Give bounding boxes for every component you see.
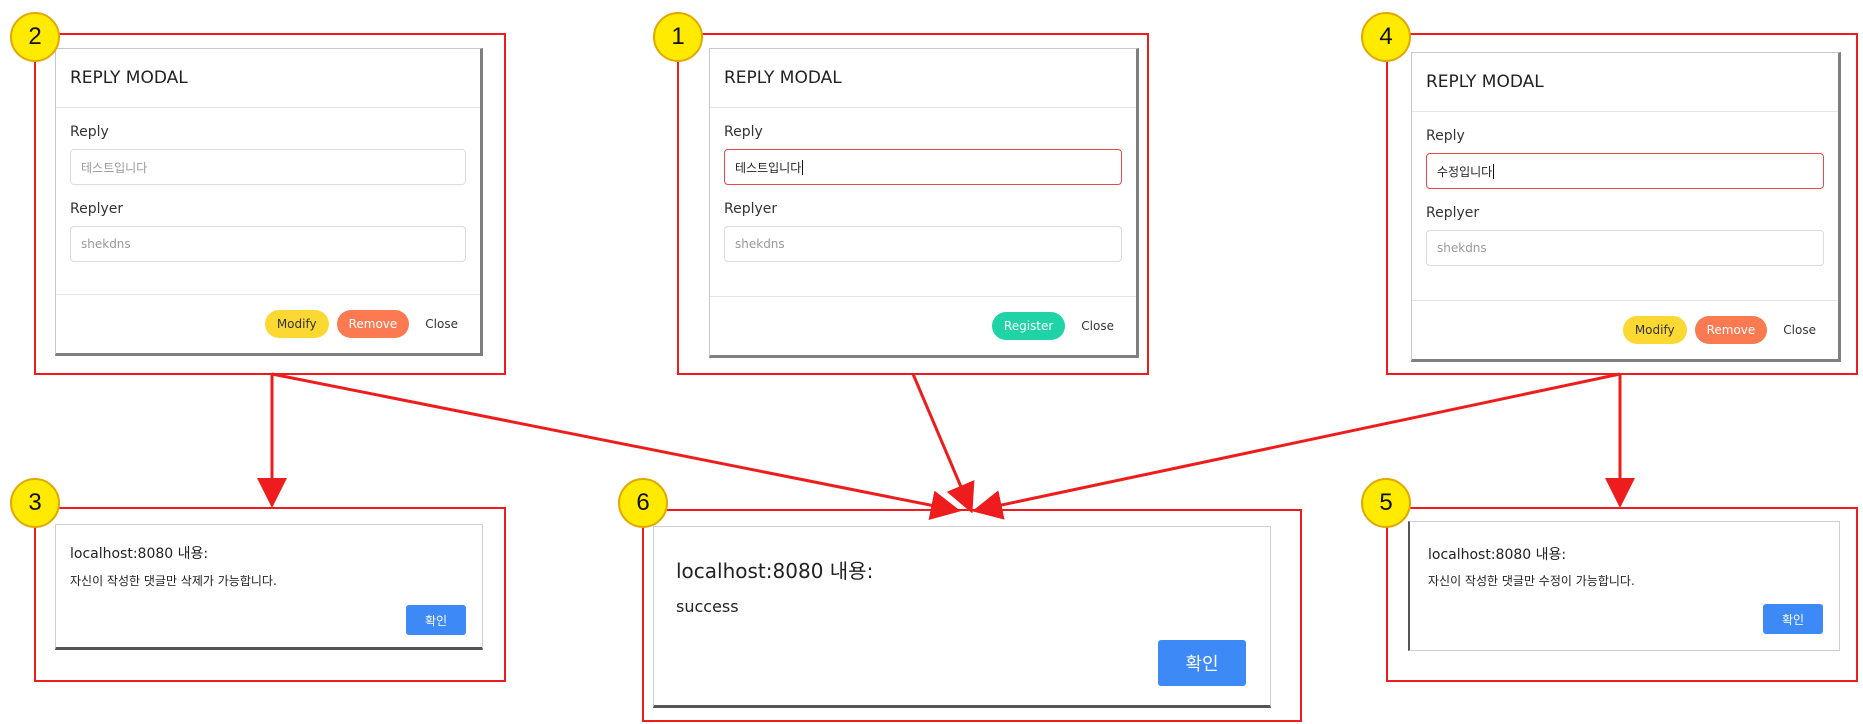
close-button[interactable]: Close xyxy=(1073,312,1122,340)
reply-input-value: 수정입니다 xyxy=(1437,164,1493,179)
register-button[interactable]: Register xyxy=(991,312,1066,340)
alert-title: localhost:8080 내용: xyxy=(70,546,209,562)
replyer-input[interactable]: shekdns xyxy=(70,226,466,262)
replyer-input[interactable]: shekdns xyxy=(724,226,1122,262)
close-button[interactable]: Close xyxy=(1775,316,1824,344)
replyer-input[interactable]: shekdns xyxy=(1426,230,1824,266)
browser-alert-step-5: localhost:8080 내용: 자신이 작성한 댓글만 수정이 가능합니다… xyxy=(1408,521,1840,651)
alert-message: success xyxy=(676,597,739,616)
arrow-2-to-6 xyxy=(271,372,961,521)
modify-button[interactable]: Modify xyxy=(264,310,329,338)
replyer-label: Replyer xyxy=(724,201,778,217)
browser-alert-step-6: localhost:8080 내용: success 확인 xyxy=(653,526,1271,708)
modal-title: REPLY MODAL xyxy=(710,49,1136,108)
replyer-label: Replyer xyxy=(1426,205,1480,221)
replyer-label: Replyer xyxy=(70,201,124,217)
arrow-4-to-6 xyxy=(972,372,1621,520)
ok-button[interactable]: 확인 xyxy=(1763,604,1823,634)
reply-input[interactable]: 테스트입니다 xyxy=(70,149,466,185)
text-caret xyxy=(802,159,804,175)
reply-input[interactable]: 테스트입니다 xyxy=(724,149,1122,185)
modify-button[interactable]: Modify xyxy=(1622,316,1687,344)
reply-input[interactable]: 수정입니다 xyxy=(1426,153,1824,189)
ok-button[interactable]: 확인 xyxy=(406,605,466,635)
modal-title: REPLY MODAL xyxy=(1412,53,1838,112)
remove-button[interactable]: Remove xyxy=(1694,316,1768,344)
reply-modal-step-1: REPLY MODAL Reply 테스트입니다 Replyer shekdns… xyxy=(709,48,1139,358)
step-badge-3: 3 xyxy=(10,478,60,528)
step-badge-4: 4 xyxy=(1361,12,1411,62)
alert-title: localhost:8080 내용: xyxy=(1428,547,1567,563)
modal-title: REPLY MODAL xyxy=(56,49,480,108)
step-badge-6: 6 xyxy=(618,478,668,528)
reply-input-value: 테스트입니다 xyxy=(735,160,802,175)
reply-modal-step-2: REPLY MODAL Reply 테스트입니다 Replyer shekdns… xyxy=(55,48,483,356)
alert-message: 자신이 작성한 댓글만 수정이 가능합니다. xyxy=(1428,574,1635,588)
reply-modal-step-4: REPLY MODAL Reply 수정입니다 Replyer shekdns … xyxy=(1411,52,1841,362)
ok-button[interactable]: 확인 xyxy=(1158,640,1246,686)
reply-label: Reply xyxy=(724,124,763,140)
browser-alert-step-3: localhost:8080 내용: 자신이 작성한 댓글만 삭제가 가능합니다… xyxy=(55,524,483,650)
text-caret xyxy=(1493,163,1495,179)
remove-button[interactable]: Remove xyxy=(336,310,410,338)
arrow-1-to-6 xyxy=(911,373,975,514)
reply-label: Reply xyxy=(1426,128,1465,144)
alert-title: localhost:8080 내용: xyxy=(676,559,874,583)
close-button[interactable]: Close xyxy=(417,310,466,338)
alert-message: 자신이 작성한 댓글만 삭제가 가능합니다. xyxy=(70,574,277,588)
step-badge-2: 2 xyxy=(10,12,60,62)
step-badge-5: 5 xyxy=(1361,478,1411,528)
reply-label: Reply xyxy=(70,124,109,140)
step-badge-1: 1 xyxy=(653,12,703,62)
